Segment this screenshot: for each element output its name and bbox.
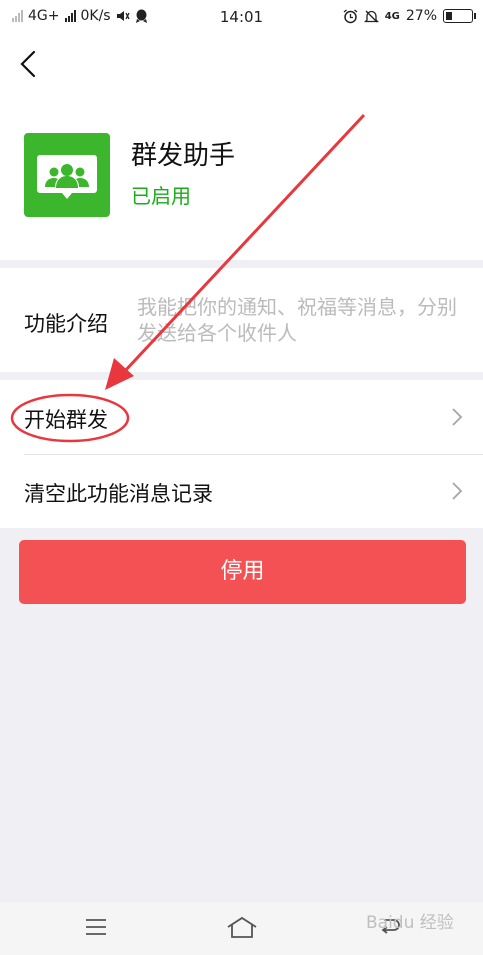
group-chat-icon (37, 155, 97, 199)
start-group-send-item[interactable]: 开始群发 (0, 380, 483, 455)
clear-history-item[interactable]: 清空此功能消息记录 (0, 454, 483, 528)
menu-button[interactable] (84, 916, 108, 942)
function-intro: 功能介绍 我能把你的通知、祝福等消息，分别发送给各个收件人 (0, 268, 483, 372)
battery-percent: 27% (405, 8, 437, 24)
chevron-right-icon (452, 482, 463, 500)
status-bar: 4G+ 0K/s 14:01 4G 27% (0, 0, 483, 34)
baidu-watermark: Baidu 经验 (366, 913, 454, 933)
status-right: 4G 27% (343, 8, 476, 24)
intro-label: 功能介绍 (24, 312, 108, 336)
disable-button[interactable]: 停用 (19, 540, 466, 604)
battery-fill (446, 12, 453, 20)
home-button[interactable] (226, 916, 258, 944)
menu-item-label: 开始群发 (24, 408, 108, 432)
network-type-right: 4G (384, 10, 400, 22)
header: 群发助手 已启用 (0, 34, 483, 260)
back-arrow-icon (20, 50, 36, 78)
battery-icon (443, 9, 476, 23)
home-icon (227, 916, 257, 938)
back-button[interactable] (14, 46, 44, 82)
menu-icon (86, 919, 106, 935)
chevron-right-icon (452, 408, 463, 426)
menu-list: 开始群发 清空此功能消息记录 (0, 380, 483, 528)
menu-item-label: 清空此功能消息记录 (24, 482, 213, 506)
app-name: 群发助手 (131, 141, 236, 171)
intro-text: 我能把你的通知、祝福等消息，分别发送给各个收件人 (137, 295, 457, 345)
app-status: 已启用 (131, 184, 191, 208)
notification-off-icon (363, 10, 379, 22)
group-send-app-icon (24, 133, 110, 217)
alarm-icon (343, 8, 358, 23)
